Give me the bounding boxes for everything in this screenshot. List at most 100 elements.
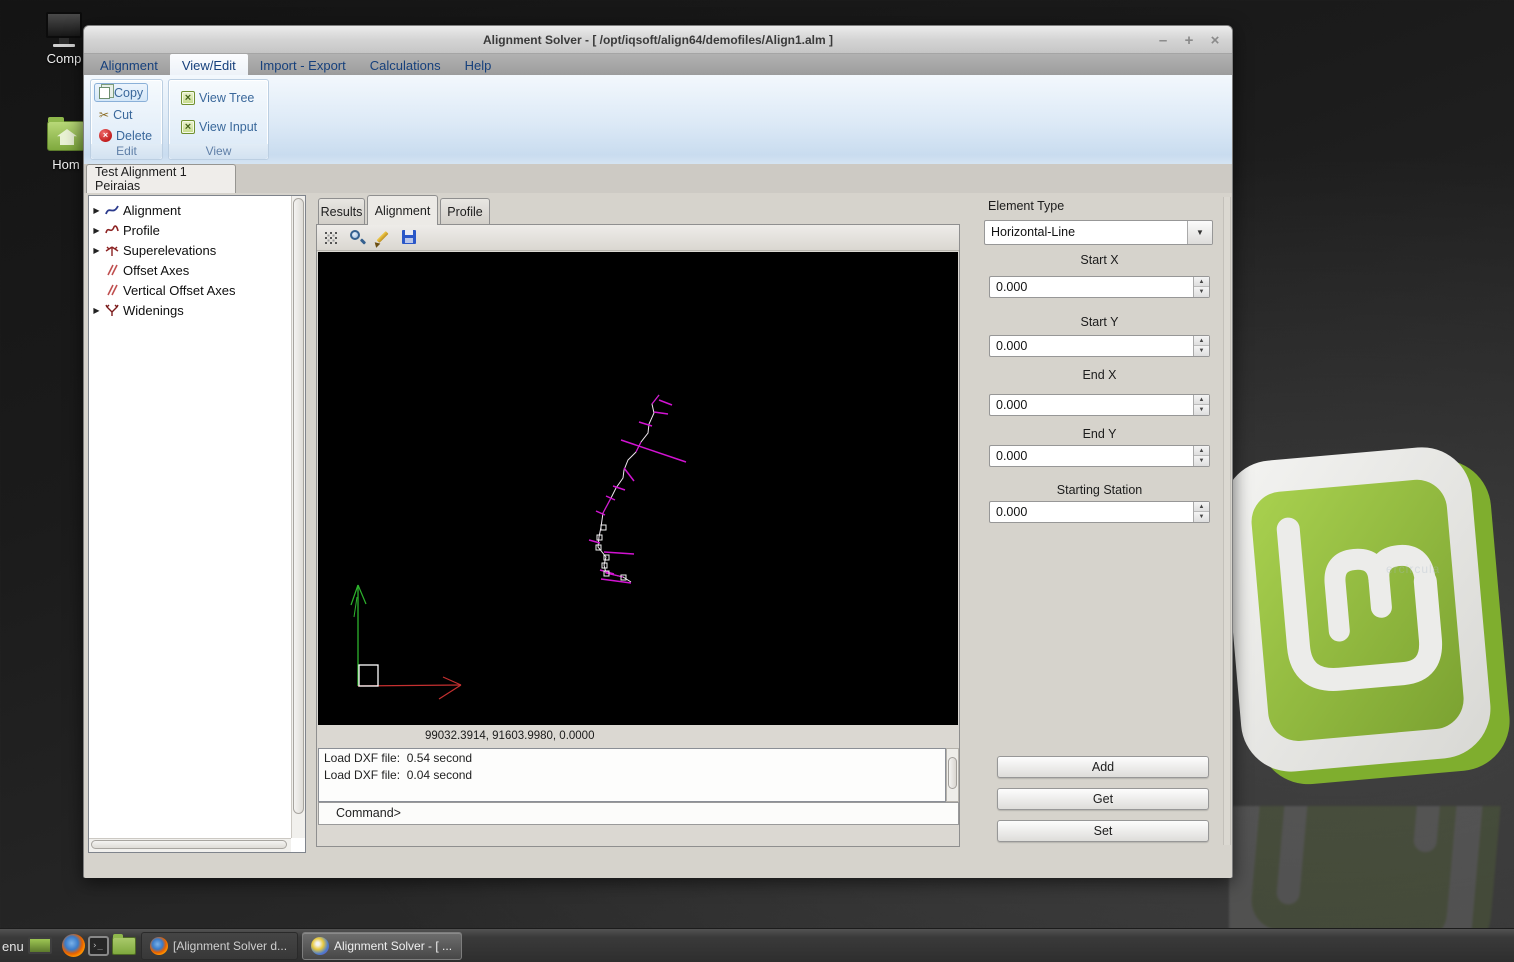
terminal-launcher[interactable]: ›_ xyxy=(88,934,113,958)
scrollbar-thumb[interactable] xyxy=(293,198,304,814)
mint-logo xyxy=(1229,436,1514,814)
ribbon-group-edit: Copy ✂ Cut × Delete Edit xyxy=(90,79,163,160)
end-x-field[interactable]: 0.000 ▲▼ xyxy=(989,394,1210,416)
document-tab[interactable]: Test Alignment 1 Peiraias xyxy=(86,164,236,193)
grid-icon[interactable] xyxy=(323,229,340,246)
show-desktop-button[interactable] xyxy=(28,934,53,958)
tree-horizontal-scrollbar[interactable] xyxy=(89,838,291,852)
view-tree-checkbox-icon: × xyxy=(181,91,195,105)
wallpaper-watermark: ercircula xyxy=(1386,562,1440,576)
end-y-field[interactable]: 0.000 ▲▼ xyxy=(989,445,1210,467)
start-x-field[interactable]: 0.000 ▲▼ xyxy=(989,276,1210,298)
view-tree-checkbox[interactable]: × View Tree xyxy=(177,88,258,107)
set-button[interactable]: Set xyxy=(997,820,1209,842)
cut-button[interactable]: ✂ Cut xyxy=(95,105,137,124)
drawing-canvas[interactable] xyxy=(318,252,958,725)
menu-tab-help[interactable]: Help xyxy=(453,54,504,75)
spin-down-icon[interactable]: ▼ xyxy=(1194,456,1209,466)
tree-item-alignment[interactable]: ▶ Alignment xyxy=(89,200,305,220)
spin-up-icon[interactable]: ▲ xyxy=(1194,446,1209,456)
log-line: Load DXF file: 0.54 second xyxy=(324,750,940,767)
expand-arrow-icon[interactable]: ▶ xyxy=(92,206,101,215)
delete-icon: × xyxy=(99,129,112,142)
cursor-coordinates: 99032.3914, 91603.9980, 0.0000 xyxy=(317,725,959,748)
scrollbar-thumb[interactable] xyxy=(948,757,957,789)
close-button[interactable]: × xyxy=(1208,32,1222,49)
menu-tab-calculations[interactable]: Calculations xyxy=(358,54,453,75)
firefox-icon xyxy=(62,934,85,957)
scrollbar-thumb[interactable] xyxy=(91,840,287,849)
view-group-label: View xyxy=(169,144,268,159)
expand-arrow-icon[interactable]: ▶ xyxy=(92,306,101,315)
get-button[interactable]: Get xyxy=(997,788,1209,810)
alignment-solver-window: Alignment Solver - [ /opt/iqsoft/align64… xyxy=(83,25,1233,878)
spin-down-icon[interactable]: ▼ xyxy=(1194,405,1209,415)
add-button[interactable]: Add xyxy=(997,756,1209,778)
spin-down-icon[interactable]: ▼ xyxy=(1194,512,1209,522)
view-input-checkbox[interactable]: × View Input xyxy=(177,117,261,136)
expand-arrow-icon[interactable]: ▶ xyxy=(92,226,101,235)
save-icon[interactable] xyxy=(401,229,418,246)
canvas-toolbar xyxy=(317,225,959,251)
spin-down-icon[interactable]: ▼ xyxy=(1194,287,1209,297)
terminal-icon: ›_ xyxy=(88,936,109,956)
tree-item-profile[interactable]: ▶ Profile xyxy=(89,220,305,240)
zoom-icon[interactable] xyxy=(349,229,366,246)
chevron-down-icon[interactable]: ▼ xyxy=(1187,221,1212,244)
starting-station-field[interactable]: 0.000 ▲▼ xyxy=(989,501,1210,523)
menu-button[interactable]: enu xyxy=(2,929,24,962)
title-bar[interactable]: Alignment Solver - [ /opt/iqsoft/align64… xyxy=(84,26,1232,54)
alignment-solver-app-icon xyxy=(311,937,329,955)
start-y-field[interactable]: 0.000 ▲▼ xyxy=(989,335,1210,357)
element-type-select[interactable]: Horizontal-Line ▼ xyxy=(984,220,1213,245)
copy-button[interactable]: Copy xyxy=(94,83,148,102)
edit-group-label: Edit xyxy=(91,144,162,159)
menu-tab-view-edit[interactable]: View/Edit xyxy=(170,54,248,75)
command-input[interactable]: Command> xyxy=(318,802,959,825)
spin-down-icon[interactable]: ▼ xyxy=(1194,346,1209,356)
menu-tab-import-export[interactable]: Import - Export xyxy=(248,54,358,75)
minimize-button[interactable]: – xyxy=(1156,32,1170,49)
delete-button[interactable]: × Delete xyxy=(95,126,156,145)
copy-icon xyxy=(99,87,110,99)
widenings-tree-icon xyxy=(104,302,120,318)
tree-item-widenings[interactable]: ▶ Widenings xyxy=(89,300,305,320)
panel-scrollbar[interactable] xyxy=(1223,197,1231,845)
view-input-checkbox-icon: × xyxy=(181,120,195,134)
folder-icon xyxy=(112,937,136,955)
firefox-launcher[interactable] xyxy=(62,934,87,958)
spin-up-icon[interactable]: ▲ xyxy=(1194,395,1209,405)
firefox-icon xyxy=(150,937,168,955)
computer-icon xyxy=(46,12,82,38)
pencil-icon[interactable] xyxy=(375,229,392,246)
cut-icon: ✂ xyxy=(99,109,109,121)
message-log: Load DXF file: 0.54 second Load DXF file… xyxy=(318,748,946,802)
tree-vertical-scrollbar[interactable] xyxy=(291,196,305,838)
spin-up-icon[interactable]: ▲ xyxy=(1194,277,1209,287)
taskbar-task-alignment-solver[interactable]: Alignment Solver - [ ... xyxy=(302,932,462,960)
tree-item-vertical-offset-axes[interactable]: Vertical Offset Axes xyxy=(89,280,305,300)
start-y-label: Start Y xyxy=(989,315,1210,329)
tab-alignment[interactable]: Alignment xyxy=(367,195,438,225)
taskbar-task-browser[interactable]: [Alignment Solver d... xyxy=(141,932,298,960)
file-manager-launcher[interactable] xyxy=(112,934,137,958)
tree-item-offset-axes[interactable]: Offset Axes xyxy=(89,260,305,280)
start-x-label: Start X xyxy=(989,253,1210,267)
alignment-tree-icon xyxy=(104,202,120,218)
menu-tab-alignment[interactable]: Alignment xyxy=(88,54,170,75)
element-panel: Element Type Horizontal-Line ▼ Start X 0… xyxy=(964,193,1232,853)
spin-up-icon[interactable]: ▲ xyxy=(1194,336,1209,346)
window-title: Alignment Solver - [ /opt/iqsoft/align64… xyxy=(483,33,833,47)
home-folder-icon xyxy=(47,121,85,151)
expand-arrow-icon[interactable]: ▶ xyxy=(92,246,101,255)
offset-axes-tree-icon xyxy=(104,262,120,278)
profile-tree-icon xyxy=(104,222,120,238)
log-scrollbar[interactable] xyxy=(946,748,959,802)
maximize-button[interactable]: + xyxy=(1182,32,1196,49)
tree-item-superelevations[interactable]: ▶ Superelevations xyxy=(89,240,305,260)
tab-results[interactable]: Results xyxy=(318,198,365,224)
starting-station-label: Starting Station xyxy=(989,483,1210,497)
desktop: { "desktop": { "icons": [ { "label": "Co… xyxy=(0,0,1514,962)
tab-profile[interactable]: Profile xyxy=(440,198,490,225)
spin-up-icon[interactable]: ▲ xyxy=(1194,502,1209,512)
